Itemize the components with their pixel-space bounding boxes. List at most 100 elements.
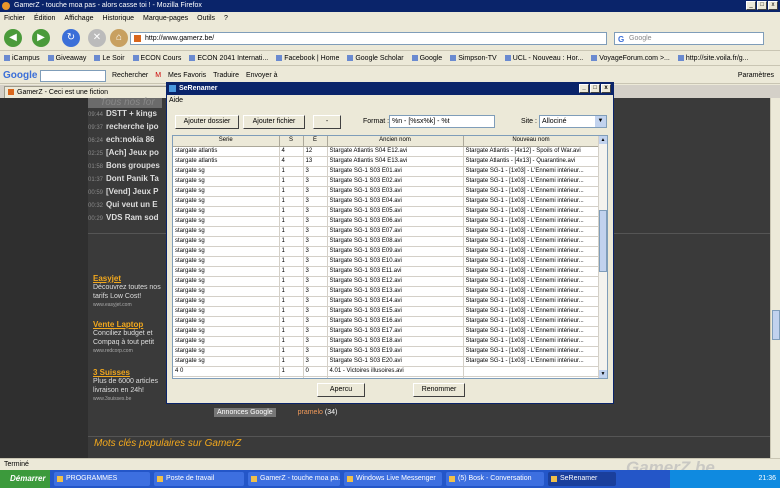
table-row[interactable]: 4 0204.02 - L'autre coté.avi bbox=[173, 376, 600, 378]
google-rechercher-button[interactable]: Rechercher bbox=[112, 67, 148, 84]
menu-edition[interactable]: Édition bbox=[34, 12, 55, 25]
news-item[interactable]: 01:58 Bons groupes bbox=[88, 160, 166, 173]
table-row[interactable]: stargate atlantis 4 12 Stargate Atlantis S0… bbox=[173, 146, 600, 157]
bookmark-item[interactable]: Simpson-TV bbox=[450, 52, 497, 65]
rename-button[interactable]: Renommer bbox=[413, 383, 465, 397]
close-button[interactable]: x bbox=[768, 1, 778, 10]
format-input[interactable]: %n - [%sx%k] - %t bbox=[389, 115, 495, 128]
ad-block[interactable]: Vente Laptop Conciliez budget et Compaq à… bbox=[93, 320, 173, 356]
table-row[interactable]: stargate sg 1 3 Stargate SG-1 S03 E11.avi St… bbox=[173, 266, 600, 277]
table-row[interactable]: stargate sg 1 3 Stargate SG-1 S03 E03.avi St… bbox=[173, 186, 600, 197]
news-item[interactable]: 00:59 [Vend] Jeux P bbox=[88, 186, 166, 199]
bookmark-item[interactable]: Giveaway bbox=[48, 52, 87, 65]
remove-button[interactable]: - bbox=[313, 115, 341, 129]
column-header-ancien-nom[interactable]: Ancien nom bbox=[327, 136, 464, 147]
taskbar-item-active[interactable]: SeRenamer bbox=[548, 472, 616, 486]
back-arrow-icon[interactable]: ◀ bbox=[4, 29, 22, 47]
clock[interactable]: 21:36 bbox=[758, 475, 776, 482]
table-row[interactable]: stargate sg 1 3 Stargate SG-1 S03 E12.avi St… bbox=[173, 276, 600, 287]
news-item[interactable]: 09:37 recherche ipo bbox=[88, 121, 166, 134]
table-row[interactable]: stargate sg 1 3 Stargate SG-1 S03 E04.avi St… bbox=[173, 196, 600, 207]
bookmark-item[interactable]: ECON 2041 Internati... bbox=[189, 52, 268, 65]
file-grid[interactable]: Serie S E Ancien nom Nouveau nom stargat… bbox=[172, 135, 608, 379]
menu-aide[interactable]: ? bbox=[224, 12, 228, 25]
taskbar-item[interactable]: GamerZ - touche moa pa... bbox=[248, 472, 340, 486]
ad-block[interactable]: 3 Suisses Plus de 6000 articles livraison… bbox=[93, 368, 173, 404]
maximize-button[interactable]: □ bbox=[757, 1, 767, 10]
table-row[interactable]: stargate sg 1 3 Stargate SG-1 S03 E14.avi St… bbox=[173, 296, 600, 307]
bookmark-item[interactable]: ECON Cours bbox=[133, 52, 182, 65]
bookmark-item[interactable]: Facebook | Home bbox=[276, 52, 339, 65]
menu-aide[interactable]: Aide bbox=[169, 97, 183, 104]
maximize-button[interactable]: □ bbox=[590, 84, 600, 93]
taskbar-item[interactable]: Poste de travail bbox=[154, 472, 244, 486]
browser-search-input[interactable]: G Google bbox=[614, 32, 764, 45]
home-icon[interactable]: ⌂ bbox=[110, 29, 128, 47]
table-row[interactable]: stargate sg 1 3 Stargate SG-1 S03 E02.avi St… bbox=[173, 176, 600, 187]
add-file-button[interactable]: Ajouter fichier bbox=[243, 115, 305, 129]
table-row[interactable]: stargate atlantis 4 13 Stargate Atlantis S0… bbox=[173, 156, 600, 167]
taskbar-item[interactable]: PROGRAMMES bbox=[54, 472, 150, 486]
scroll-down-arrow-icon[interactable]: ▼ bbox=[599, 370, 607, 378]
table-row[interactable]: stargate sg 1 3 Stargate SG-1 S03 E05.avi St… bbox=[173, 206, 600, 217]
grid-scrollbar[interactable]: ▲ ▼ bbox=[598, 136, 607, 378]
table-row[interactable]: 4 0 1 0 4.01 - Victoires illusoires.avi bbox=[173, 366, 600, 377]
google-parametres-button[interactable]: Paramètres bbox=[738, 67, 774, 84]
google-toolbar-input[interactable] bbox=[40, 70, 106, 82]
column-header-s[interactable]: S bbox=[279, 136, 304, 147]
user-link[interactable]: pramelo bbox=[298, 409, 323, 416]
add-folder-button[interactable]: Ajouter dossier bbox=[175, 115, 239, 129]
taskbar-item[interactable]: (5) Bosk - Conversation bbox=[446, 472, 544, 486]
mail-icon[interactable]: M bbox=[155, 67, 161, 84]
site-select[interactable]: Allociné ▼ bbox=[539, 115, 607, 128]
bookmark-item[interactable]: http://site.voila.fr/g... bbox=[678, 52, 749, 65]
scroll-up-arrow-icon[interactable]: ▲ bbox=[599, 136, 607, 144]
start-button[interactable]: Démarrer bbox=[0, 470, 50, 488]
column-header-nouveau-nom[interactable]: Nouveau nom bbox=[463, 136, 600, 147]
table-row[interactable]: stargate sg 1 3 Stargate SG-1 S03 E08.avi St… bbox=[173, 236, 600, 247]
column-header-serie[interactable]: Serie bbox=[173, 136, 280, 147]
news-item[interactable]: 00:29 VDS Ram sod bbox=[88, 212, 166, 225]
table-row[interactable]: stargate sg 1 3 Stargate SG-1 S03 E13.avi St… bbox=[173, 286, 600, 297]
bookmark-item[interactable]: Le Soir bbox=[94, 52, 124, 65]
table-row[interactable]: stargate sg 1 3 Stargate SG-1 S03 E20.avi St… bbox=[173, 356, 600, 367]
news-item[interactable]: 00:32 Qui veut un E bbox=[88, 199, 166, 212]
news-item[interactable]: 02:25 [Ach] Jeux po bbox=[88, 147, 166, 160]
menu-marque-pages[interactable]: Marque-pages bbox=[143, 12, 188, 25]
bookmark-item[interactable]: UCL - Nouveau : Hor... bbox=[505, 52, 584, 65]
table-row[interactable]: stargate sg 1 3 Stargate SG-1 S03 E10.avi St… bbox=[173, 256, 600, 267]
preview-button[interactable]: Apercu bbox=[317, 383, 365, 397]
scrollbar-thumb[interactable] bbox=[772, 310, 780, 340]
forward-arrow-icon[interactable]: ▶ bbox=[32, 29, 50, 47]
table-row[interactable]: stargate sg 1 3 Stargate SG-1 S03 E15.avi St… bbox=[173, 306, 600, 317]
minimize-button[interactable]: _ bbox=[746, 1, 756, 10]
url-bar[interactable]: http://www.gamerz.be/ bbox=[130, 32, 607, 45]
news-item[interactable]: 01:37 Dont Panik Ta bbox=[88, 173, 166, 186]
page-scrollbar[interactable] bbox=[770, 98, 780, 458]
table-row[interactable]: stargate sg 1 3 Stargate SG-1 S03 E09.avi St… bbox=[173, 246, 600, 257]
table-row[interactable]: stargate sg 1 3 Stargate SG-1 S03 E18.avi St… bbox=[173, 336, 600, 347]
scrollbar-thumb[interactable] bbox=[599, 210, 607, 272]
ad-block[interactable]: Easyjet Découvrez toutes nos tarifs Low C… bbox=[93, 274, 173, 310]
table-row[interactable]: stargate sg 1 3 Stargate SG-1 S03 E17.avi St… bbox=[173, 326, 600, 337]
close-button[interactable]: x bbox=[601, 84, 611, 93]
table-row[interactable]: stargate sg 1 3 Stargate SG-1 S03 E16.avi St… bbox=[173, 316, 600, 327]
menu-affichage[interactable]: Affichage bbox=[64, 12, 93, 25]
table-row[interactable]: stargate sg 1 3 Stargate SG-1 S03 E07.avi St… bbox=[173, 226, 600, 237]
column-header-e[interactable]: E bbox=[303, 136, 328, 147]
table-row[interactable]: stargate sg 1 3 Stargate SG-1 S03 E01.avi St… bbox=[173, 166, 600, 177]
minimize-button[interactable]: _ bbox=[579, 84, 589, 93]
bookmark-item[interactable]: Google bbox=[412, 52, 443, 65]
menu-historique[interactable]: Historique bbox=[102, 12, 134, 25]
table-row[interactable]: stargate sg 1 3 Stargate SG-1 S03 E06.avi St… bbox=[173, 216, 600, 227]
table-row[interactable]: stargate sg 1 3 Stargate SG-1 S03 E19.avi St… bbox=[173, 346, 600, 357]
bookmark-item[interactable]: VoyageForum.com >... bbox=[591, 52, 670, 65]
stop-icon[interactable]: ✕ bbox=[88, 29, 106, 47]
news-item[interactable]: 09:44 DSTT + kings bbox=[88, 108, 166, 121]
bookmark-item[interactable]: Google Scholar bbox=[347, 52, 403, 65]
bookmark-item[interactable]: iCampus bbox=[4, 52, 40, 65]
menu-fichier[interactable]: Fichier bbox=[4, 12, 25, 25]
reload-icon[interactable]: ↻ bbox=[62, 29, 80, 47]
menu-outils[interactable]: Outils bbox=[197, 12, 215, 25]
taskbar-item[interactable]: Windows Live Messenger bbox=[344, 472, 442, 486]
